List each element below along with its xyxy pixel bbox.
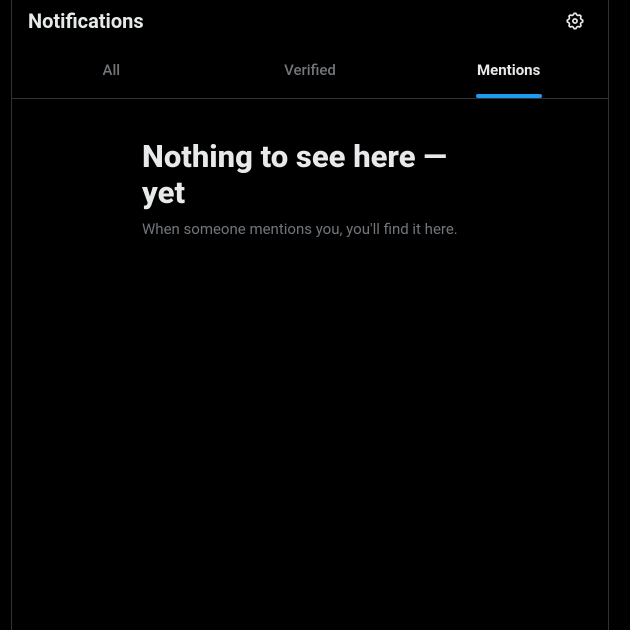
empty-state-title: Nothing to see here — yet [142,139,478,211]
tab-active-indicator [476,94,542,98]
header: Notifications [12,0,608,42]
empty-state-subtitle: When someone mentions you, you'll find i… [142,219,478,239]
notifications-panel: Notifications All Verified Mentions Noth… [11,0,609,630]
tab-label: All [103,61,121,79]
page-title: Notifications [28,9,144,33]
empty-state: Nothing to see here — yet When someone m… [142,139,478,239]
tab-verified[interactable]: Verified [211,42,410,98]
tab-label: Mentions [477,61,540,79]
gear-icon [565,11,585,31]
tabs-bar: All Verified Mentions [12,42,608,99]
settings-button[interactable] [558,4,592,38]
tab-label: Verified [284,61,336,79]
tab-all[interactable]: All [12,42,211,98]
content-area: Nothing to see here — yet When someone m… [12,99,608,279]
tab-mentions[interactable]: Mentions [409,42,608,98]
